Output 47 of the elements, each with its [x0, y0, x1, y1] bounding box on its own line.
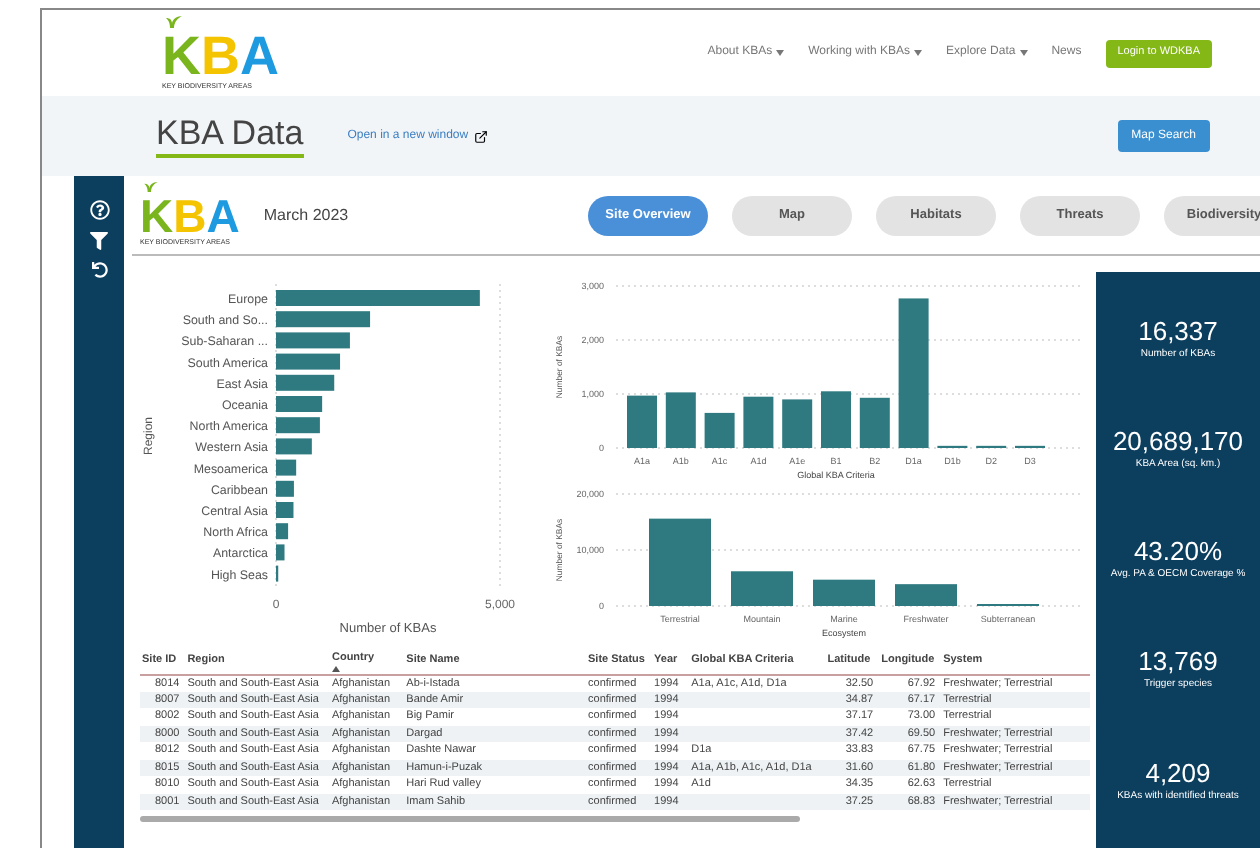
- page-title: KBA Data: [156, 114, 304, 158]
- kpi-value: 16,337: [1138, 315, 1218, 348]
- logo-letter: A: [206, 194, 240, 241]
- external-link-icon[interactable]: [474, 129, 489, 143]
- bar: [743, 396, 774, 448]
- bar: [821, 391, 851, 448]
- bar: [276, 374, 335, 391]
- bar: [276, 523, 289, 540]
- logo-letter: B: [201, 29, 240, 84]
- bar: [813, 579, 875, 606]
- sort-arrow-icon[interactable]: [331, 665, 340, 672]
- logo-letter: K: [140, 194, 174, 241]
- bar: [276, 396, 323, 412]
- bar: [649, 518, 711, 606]
- bar: [276, 459, 297, 476]
- bar: [276, 544, 285, 561]
- bar: [276, 311, 371, 328]
- bar: [276, 438, 312, 455]
- bar: [782, 399, 813, 448]
- bar: [276, 480, 294, 497]
- caret-icon: [914, 50, 923, 56]
- undo-icon[interactable]: [91, 262, 107, 278]
- bar: [731, 571, 793, 606]
- help-icon[interactable]: [89, 200, 109, 220]
- bar: [859, 397, 890, 448]
- scrollbar-thumb[interactable]: [140, 816, 800, 823]
- bar: [276, 502, 294, 518]
- filter-icon[interactable]: [90, 232, 108, 250]
- kpi-value: 43.20%: [1133, 536, 1223, 569]
- bar: [895, 584, 957, 606]
- kpi-value: 4,209: [1145, 757, 1211, 790]
- caret-icon: [776, 50, 785, 56]
- bar: [665, 392, 696, 448]
- bar: [627, 395, 657, 448]
- sprout-icon: [144, 182, 158, 193]
- sprout-icon: [166, 15, 182, 28]
- bar: [704, 412, 735, 448]
- caret-icon: [1019, 50, 1028, 56]
- bar: [276, 332, 350, 349]
- kpi-value: 13,769: [1138, 646, 1218, 678]
- kpi-value: 20,689,170: [1112, 426, 1244, 458]
- date-label: March 2023: [263, 203, 349, 227]
- logo-letter: B: [173, 194, 207, 241]
- logo-letter: A: [240, 29, 279, 84]
- bar: [276, 353, 341, 370]
- bar: [276, 417, 320, 434]
- logo-letter: K: [162, 29, 201, 84]
